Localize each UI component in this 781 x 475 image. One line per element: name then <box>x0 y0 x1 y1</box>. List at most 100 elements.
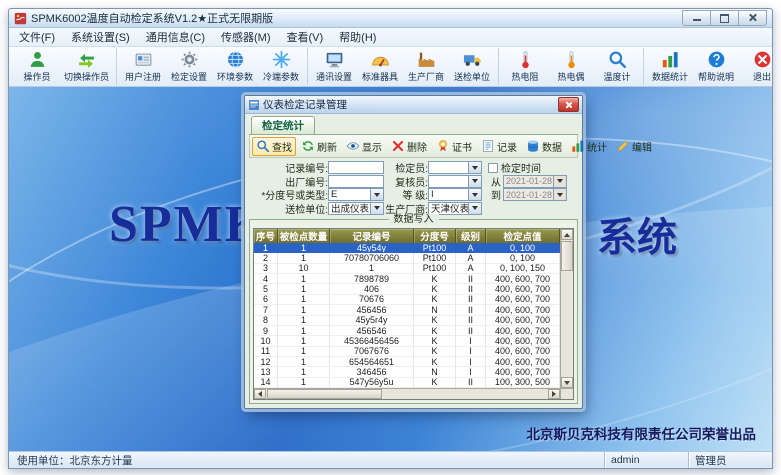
from-date-picker[interactable]: 2021-01-28 <box>503 175 567 188</box>
chevron-down-icon[interactable] <box>468 189 481 200</box>
record-no-input[interactable] <box>328 161 384 174</box>
toolbar-button-exit[interactable]: 退出 <box>739 49 781 84</box>
table-row[interactable]: 1145y54yPt100A0, 100 <box>254 243 560 253</box>
table-cell: 1 <box>278 305 330 315</box>
dialog-button-delete[interactable]: 删除 <box>387 137 431 156</box>
tab-verification-statistics[interactable]: 检定统计 <box>251 116 315 134</box>
dialog-button-record[interactable]: 记录 <box>477 137 521 156</box>
dialog-button-find[interactable]: 查找 <box>252 137 296 156</box>
grid-column-header[interactable]: 级别 <box>456 229 486 243</box>
chevron-down-icon[interactable] <box>370 203 383 214</box>
title-bar[interactable]: SPMK6002温度自动检定系统V1.2★正式无限期版 <box>9 9 772 28</box>
chevron-down-icon[interactable] <box>468 203 481 214</box>
table-row[interactable]: 71456456NII400, 600, 700 <box>254 305 560 315</box>
horizontal-scroll-thumb[interactable] <box>267 389 382 399</box>
toolbar-group: 热电阻热电偶温度计 <box>498 48 643 85</box>
vertical-scrollbar[interactable] <box>560 229 573 388</box>
type-dropdown[interactable]: E <box>328 188 384 201</box>
toolbar-button-operator[interactable]: 操作员 <box>14 49 60 84</box>
horizontal-scroll-track[interactable] <box>266 389 548 399</box>
table-cell: 400, 600, 700 <box>486 274 560 284</box>
toolbar-button-help-doc[interactable]: 帮助说明 <box>693 49 739 84</box>
toolbar-button-rtd[interactable]: 热电阻 <box>502 49 548 84</box>
toolbar-group: 通讯设置标准器具生产厂商送检单位 <box>307 48 498 85</box>
table-cell: 400, 600, 700 <box>486 326 560 336</box>
grid-column-header[interactable]: 被检点数量 <box>278 229 330 243</box>
toolbar-button-thermometer[interactable]: 温度计 <box>594 49 640 84</box>
table-row[interactable]: 8145y5r4yKII400, 600, 700 <box>254 316 560 326</box>
triangle-up-icon <box>564 233 570 237</box>
chevron-down-icon[interactable] <box>468 176 481 187</box>
table-row[interactable]: 121654564651KI400, 600, 700 <box>254 357 560 367</box>
chevron-down-icon[interactable] <box>370 189 383 200</box>
to-date-picker[interactable]: 2021-01-28 <box>503 188 567 201</box>
scroll-up-button[interactable] <box>561 229 573 240</box>
toolbar-button-data-statistics[interactable]: 数据统计 <box>647 49 693 84</box>
toolbar-button-standard-instruments[interactable]: 标准器具 <box>357 49 403 84</box>
dialog-close-button[interactable] <box>558 97 579 112</box>
dialog-button-view[interactable]: 显示 <box>342 137 386 156</box>
table-row[interactable]: 3101Pt100A0, 100, 150 <box>254 264 560 274</box>
vertical-scroll-track[interactable] <box>561 240 573 377</box>
dialog-button-report[interactable]: 统计 <box>567 137 611 156</box>
dialog-button-refresh[interactable]: 刷新 <box>297 137 341 156</box>
delete-icon <box>391 139 405 153</box>
table-row[interactable]: 51406KII400, 600, 700 <box>254 284 560 294</box>
table-row[interactable]: 1117067676KI400, 600, 700 <box>254 347 560 357</box>
toolbar-button-manufacturer[interactable]: 生产厂商 <box>403 49 449 84</box>
toolbar-button-label: 温度计 <box>604 70 631 83</box>
toolbar-button-thermocouple[interactable]: 热电偶 <box>548 49 594 84</box>
dialog-button-data[interactable]: 数据 <box>522 137 566 156</box>
dialog-title-bar[interactable]: 仪表检定记录管理 <box>245 96 582 114</box>
minimize-button[interactable] <box>682 10 711 26</box>
close-button[interactable] <box>739 10 767 26</box>
dialog-button-certificate[interactable]: 证书 <box>432 137 476 156</box>
grid-column-header[interactable]: 分度号 <box>414 229 456 243</box>
grid-column-header[interactable]: 记录编号 <box>330 229 414 243</box>
grid-column-header[interactable]: 序号 <box>254 229 278 243</box>
table-cell: II <box>456 305 486 315</box>
table-row[interactable]: 6170676KII400, 600, 700 <box>254 295 560 305</box>
verifier-dropdown[interactable] <box>428 161 482 174</box>
toolbar-button-switch-operator[interactable]: 切换操作员 <box>60 49 113 84</box>
chevron-down-icon[interactable] <box>553 176 566 187</box>
horizontal-scrollbar[interactable] <box>254 388 560 399</box>
menu-item-system-settings[interactable]: 系统设置(S) <box>63 28 138 46</box>
table-row[interactable]: 141547y56y5uKII100, 300, 500 <box>254 378 560 388</box>
toolbar-button-user-register[interactable]: 用户注册 <box>120 49 166 84</box>
grid-column-header[interactable]: 检定点值 <box>486 229 560 243</box>
menu-item-general-info[interactable]: 通用信息(C) <box>138 28 213 46</box>
toolbar-button-environment-params[interactable]: 环境参数 <box>212 49 258 84</box>
scroll-down-button[interactable] <box>561 377 573 388</box>
reviewer-dropdown[interactable] <box>428 175 482 188</box>
table-row[interactable]: 417898789KII400, 600, 700 <box>254 274 560 284</box>
table-row[interactable]: 91456546KII400, 600, 700 <box>254 326 560 336</box>
table-cell: K <box>414 378 456 388</box>
toolbar-button-verify-settings[interactable]: 检定设置 <box>166 49 212 84</box>
toolbar-button-label: 冷端参数 <box>263 70 299 83</box>
menu-item-sensor[interactable]: 传感器(M) <box>213 28 279 46</box>
scroll-left-button[interactable] <box>254 389 266 399</box>
chevron-down-icon[interactable] <box>468 162 481 173</box>
form-row: *分度号或类型: E 等 级: I 到 <box>250 188 577 201</box>
vertical-scroll-thumb[interactable] <box>561 241 573 271</box>
toolbar-button-cold-junction-params[interactable]: 冷端参数 <box>258 49 304 84</box>
report-icon <box>571 139 585 153</box>
toolbar-button-delivery-unit[interactable]: 送检单位 <box>449 49 495 84</box>
menu-item-view[interactable]: 查看(V) <box>279 28 332 46</box>
time-filter-checkbox[interactable] <box>488 163 498 173</box>
send-unit-dropdown[interactable]: 出成仪表 <box>328 202 384 215</box>
toolbar-button-comm-settings[interactable]: 通讯设置 <box>311 49 357 84</box>
maximize-button[interactable] <box>711 10 739 26</box>
chevron-down-icon[interactable] <box>553 189 566 200</box>
scroll-right-button[interactable] <box>548 389 560 399</box>
table-row[interactable]: 2170780706060Pt100A0, 100 <box>254 253 560 263</box>
table-row[interactable]: 131346456NI400, 600, 700 <box>254 367 560 377</box>
toolbar-button-label: 退出 <box>753 70 771 83</box>
grade-dropdown[interactable]: I <box>428 188 482 201</box>
table-row[interactable]: 10145366456456KI400, 600, 700 <box>254 336 560 346</box>
dialog-button-edit[interactable]: 编辑 <box>612 137 656 156</box>
menu-item-file[interactable]: 文件(F) <box>11 28 63 46</box>
factory-no-input[interactable] <box>328 175 384 188</box>
menu-item-help[interactable]: 帮助(H) <box>331 28 384 46</box>
